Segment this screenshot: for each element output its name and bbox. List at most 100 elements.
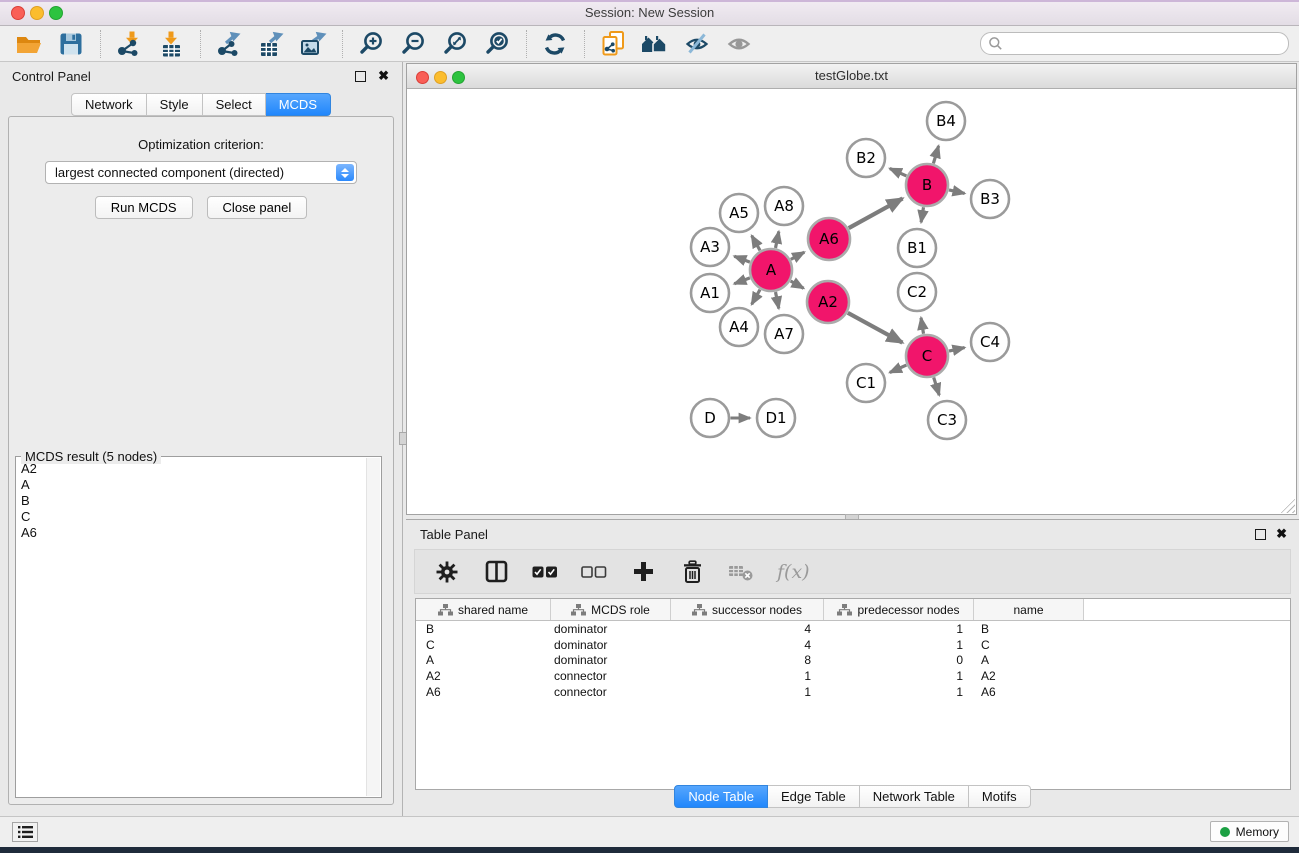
graph-edge[interactable] (934, 378, 940, 396)
graph-edge[interactable] (776, 232, 779, 249)
table-row[interactable]: Cdominator41C (416, 637, 1290, 653)
select-all-button[interactable] (532, 559, 558, 585)
import-network-button[interactable] (112, 29, 146, 59)
float-panel-icon[interactable] (355, 71, 366, 82)
delete-column-button[interactable] (679, 559, 705, 585)
memory-button[interactable]: Memory (1210, 821, 1289, 842)
graph-edge[interactable] (849, 199, 903, 229)
graph-edge[interactable] (890, 169, 907, 176)
close-window-button[interactable] (11, 6, 25, 20)
table-cell: B (416, 622, 551, 636)
graph-edge[interactable] (848, 313, 903, 343)
table-cell: A2 (974, 669, 1084, 683)
graph-edge[interactable] (752, 236, 760, 251)
minimize-window-button[interactable] (30, 6, 44, 20)
mcds-result-item[interactable]: A6 (21, 525, 381, 541)
graph-node-label: A7 (774, 325, 794, 343)
tab-style[interactable]: Style (147, 93, 203, 116)
refresh-button[interactable] (538, 29, 572, 59)
table-row[interactable]: Adominator80A (416, 653, 1290, 669)
zoom-fit-button[interactable] (438, 29, 472, 59)
run-mcds-button[interactable]: Run MCDS (95, 196, 193, 219)
table-row[interactable]: Bdominator41B (416, 621, 1290, 637)
mcds-result-box: MCDS result (5 nodes) A2ABCA6 (15, 456, 382, 798)
graph-edge[interactable] (791, 252, 805, 259)
graph-edge[interactable] (776, 292, 779, 309)
save-session-button[interactable] (54, 29, 88, 59)
graph-edge[interactable] (949, 190, 965, 194)
minimize-view-button[interactable] (434, 71, 447, 84)
search-field[interactable] (980, 32, 1289, 55)
first-neighbors-button[interactable] (638, 29, 672, 59)
export-table-button[interactable] (254, 29, 288, 59)
graph-edge[interactable] (752, 290, 760, 305)
table-options-button[interactable] (434, 559, 460, 585)
zoom-view-button[interactable] (452, 71, 465, 84)
unchecked-boxes-icon (581, 565, 607, 579)
close-panel-icon[interactable]: ✖ (1276, 526, 1287, 541)
column-header-predecessor-nodes[interactable]: predecessor nodes (824, 599, 974, 620)
column-header-MCDS-role[interactable]: MCDS role (551, 599, 671, 620)
column-header-shared-name[interactable]: shared name (416, 599, 551, 620)
function-builder-button[interactable]: f(x) (777, 559, 810, 585)
tab-network[interactable]: Network (71, 93, 147, 116)
import-table-button[interactable] (154, 29, 188, 59)
deselect-all-button[interactable] (581, 559, 607, 585)
mcds-result-item[interactable]: A (21, 477, 381, 493)
zoom-out-button[interactable] (396, 29, 430, 59)
mcds-result-list: A2ABCA6 (16, 457, 381, 541)
network-canvas[interactable]: B4B2BB3A8A5A6B1A3AC2A1A2A4A7C4CC1C3DD1 (407, 89, 1296, 514)
graph-node-label: C3 (937, 411, 957, 429)
graph-edge[interactable] (734, 256, 750, 262)
zoom-selected-button[interactable] (480, 29, 514, 59)
table-row[interactable]: A2connector11A2 (416, 668, 1290, 684)
show-all-button[interactable] (722, 29, 756, 59)
tab-edge-table[interactable]: Edge Table (768, 785, 860, 808)
result-scrollbar[interactable] (366, 458, 380, 796)
header-filler (1084, 599, 1290, 620)
close-panel-icon[interactable]: ✖ (378, 68, 389, 83)
graph-edge[interactable] (734, 278, 750, 284)
zoom-window-button[interactable] (49, 6, 63, 20)
column-header-name[interactable]: name (974, 599, 1084, 620)
graph-node-label: C (922, 347, 932, 365)
open-session-button[interactable] (12, 29, 46, 59)
float-panel-icon[interactable] (1255, 529, 1266, 540)
graph-edge[interactable] (933, 146, 938, 164)
graph-node-label: A3 (700, 238, 720, 256)
hide-selected-button[interactable] (680, 29, 714, 59)
search-input[interactable] (1003, 36, 1281, 52)
table-cell: B (974, 622, 1084, 636)
mcds-result-item[interactable]: B (21, 493, 381, 509)
graph-node-label: D1 (765, 409, 786, 427)
show-column-button[interactable] (483, 559, 509, 585)
add-column-button[interactable] (630, 559, 656, 585)
node-table: shared nameMCDS rolesuccessor nodesprede… (415, 598, 1291, 790)
table-cell: 1 (671, 685, 824, 699)
graph-edge[interactable] (890, 365, 907, 372)
tab-node-table[interactable]: Node Table (674, 785, 768, 808)
export-image-button[interactable] (296, 29, 330, 59)
tab-select[interactable]: Select (203, 93, 266, 116)
tab-motifs[interactable]: Motifs (969, 785, 1031, 808)
zoom-in-button[interactable] (354, 29, 388, 59)
graph-edge[interactable] (949, 348, 965, 352)
export-network-button[interactable] (212, 29, 246, 59)
new-network-from-selection-button[interactable] (596, 29, 630, 59)
attribute-icon (438, 604, 453, 616)
graph-edge[interactable] (921, 318, 924, 334)
mcds-result-item[interactable]: C (21, 509, 381, 525)
column-header-successor-nodes[interactable]: successor nodes (671, 599, 824, 620)
optimization-criterion-select[interactable]: largest connected component (directed) (45, 161, 357, 184)
graph-edge[interactable] (921, 207, 923, 222)
task-history-button[interactable] (12, 822, 38, 842)
graph-node-label: C4 (980, 333, 1000, 351)
tab-mcds[interactable]: MCDS (266, 93, 331, 116)
close-panel-button[interactable]: Close panel (207, 196, 308, 219)
tab-network-table[interactable]: Network Table (860, 785, 969, 808)
graph-edge[interactable] (791, 281, 804, 288)
close-view-button[interactable] (416, 71, 429, 84)
delete-table-button[interactable] (728, 559, 754, 585)
table-row[interactable]: A6connector11A6 (416, 684, 1290, 700)
copy-network-icon (600, 30, 627, 57)
